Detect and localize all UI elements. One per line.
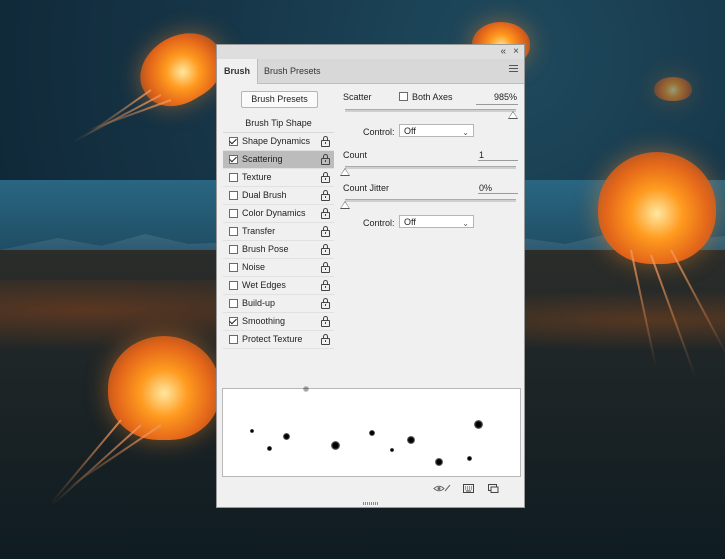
noise-label: Noise [242, 262, 266, 272]
scattering-label: Scattering [242, 154, 283, 164]
count-jitter-control-label: Control: [363, 218, 395, 228]
chevron-down-icon: ⌄ [462, 219, 469, 228]
lock-icon[interactable] [321, 298, 330, 309]
protect-texture-checkbox[interactable] [229, 335, 238, 344]
lock-icon[interactable] [321, 262, 330, 273]
build-up-checkbox[interactable] [229, 299, 238, 308]
brush-settings-list: Brush Tip Shape Shape Dynamics Scattering… [223, 115, 334, 349]
brush-setting-texture[interactable]: Texture [223, 169, 334, 187]
count-jitter-label: Count Jitter [343, 183, 390, 193]
brush-setting-scattering[interactable]: Scattering [223, 151, 334, 169]
wet-edges-checkbox[interactable] [229, 281, 238, 290]
both-axes-checkbox[interactable] [399, 92, 408, 101]
lock-icon[interactable] [321, 172, 330, 183]
brush-setting-transfer[interactable]: Transfer [223, 223, 334, 241]
brush-setting-build-up[interactable]: Build-up [223, 295, 334, 313]
panel-resize-handle[interactable] [363, 502, 379, 505]
lock-icon[interactable] [321, 334, 330, 345]
hamburger-icon[interactable] [509, 65, 518, 73]
shape-dynamics-label: Shape Dynamics [242, 136, 311, 146]
brush-setting-noise[interactable]: Noise [223, 259, 334, 277]
scatter-label: Scatter [343, 92, 372, 102]
panel-footer [217, 479, 524, 499]
lock-icon[interactable] [321, 208, 330, 219]
brush-pose-checkbox[interactable] [229, 245, 238, 254]
grid-icon[interactable] [463, 484, 474, 493]
lock-icon[interactable] [321, 244, 330, 255]
panel-titlebar[interactable]: « × [217, 45, 524, 60]
shape-dynamics-checkbox[interactable] [229, 137, 238, 146]
new-preset-icon[interactable] [488, 484, 499, 493]
texture-label: Texture [242, 172, 272, 182]
brush-panel: « × Brush Brush Presets Brush Presets Br… [216, 44, 525, 508]
count-value[interactable]: 1 [479, 150, 487, 160]
chevron-down-icon: ⌄ [462, 128, 469, 137]
brush-stroke-preview [222, 386, 521, 477]
count-label: Count [343, 150, 368, 160]
color-dynamics-label: Color Dynamics [242, 208, 306, 218]
texture-checkbox[interactable] [229, 173, 238, 182]
scatter-control-label: Control: [363, 127, 395, 137]
tab-brush-presets[interactable]: Brush Presets [257, 59, 328, 83]
count-jitter-slider-thumb[interactable] [340, 201, 350, 209]
lock-icon[interactable] [321, 190, 330, 201]
build-up-label: Build-up [242, 298, 276, 308]
lock-icon[interactable] [321, 226, 330, 237]
color-dynamics-checkbox[interactable] [229, 209, 238, 218]
dual-brush-checkbox[interactable] [229, 191, 238, 200]
smoothing-checkbox[interactable] [229, 317, 238, 326]
scattering-checkbox[interactable] [229, 155, 238, 164]
scatter-slider[interactable] [345, 109, 516, 112]
count-slider-thumb[interactable] [340, 168, 350, 176]
scatter-control-select[interactable]: Off ⌄ [399, 124, 474, 137]
brush-pose-label: Brush Pose [242, 244, 289, 254]
count-jitter-control-select[interactable]: Off ⌄ [399, 215, 474, 228]
close-icon[interactable]: × [513, 46, 519, 58]
count-jitter-value[interactable]: 0% [479, 183, 499, 193]
brush-setting-color-dynamics[interactable]: Color Dynamics [223, 205, 334, 223]
scatter-slider-thumb[interactable] [508, 111, 519, 119]
wet-edges-label: Wet Edges [242, 280, 286, 290]
tab-brush[interactable]: Brush [217, 59, 259, 84]
brush-setting-protect-texture[interactable]: Protect Texture [223, 331, 334, 349]
brush-setting-dual-brush[interactable]: Dual Brush [223, 187, 334, 205]
brush-presets-button[interactable]: Brush Presets [241, 91, 318, 108]
brush-setting-wet-edges[interactable]: Wet Edges [223, 277, 334, 295]
brush-tip-shape-item[interactable]: Brush Tip Shape [223, 115, 334, 133]
brush-setting-brush-pose[interactable]: Brush Pose [223, 241, 334, 259]
smoothing-label: Smoothing [242, 316, 286, 326]
count-slider[interactable] [345, 166, 516, 169]
lock-icon[interactable] [321, 316, 330, 327]
brush-setting-shape-dynamics[interactable]: Shape Dynamics [223, 133, 334, 151]
brush-setting-smoothing[interactable]: Smoothing [223, 313, 334, 331]
noise-checkbox[interactable] [229, 263, 238, 272]
eye-icon[interactable] [433, 484, 451, 493]
lock-icon[interactable] [321, 154, 330, 165]
scatter-value[interactable]: 985% [472, 92, 517, 102]
both-axes-label: Both Axes [412, 92, 453, 102]
transfer-checkbox[interactable] [229, 227, 238, 236]
transfer-label: Transfer [242, 226, 276, 236]
lock-icon[interactable] [321, 136, 330, 147]
dual-brush-label: Dual Brush [242, 190, 287, 200]
count-jitter-slider[interactable] [345, 199, 516, 202]
panel-tabs: Brush Brush Presets [217, 59, 524, 84]
protect-texture-label: Protect Texture [242, 334, 303, 344]
collapse-icon[interactable]: « [500, 46, 506, 58]
lock-icon[interactable] [321, 280, 330, 291]
